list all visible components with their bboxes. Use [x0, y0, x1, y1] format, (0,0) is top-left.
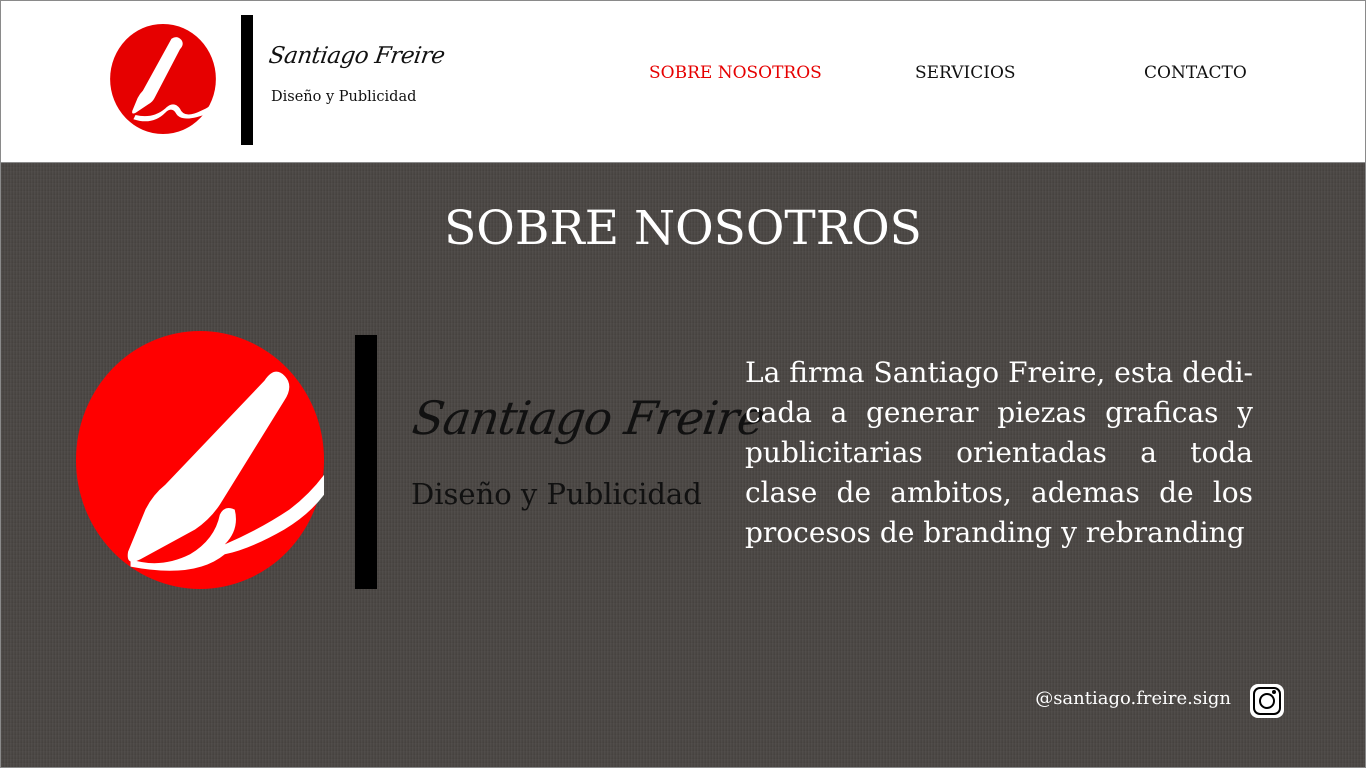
logo-divider	[241, 15, 253, 145]
nav-about[interactable]: SOBRE NOSOTROS	[649, 63, 822, 83]
site-header: Santiago Freire Diseño y Publicidad SOBR…	[1, 1, 1365, 163]
instagram-handle[interactable]: @santiago.freire.sign	[1035, 688, 1231, 709]
pen-logo-icon	[75, 331, 325, 589]
nav-services[interactable]: SERVICIOS	[915, 63, 1016, 83]
header-logo[interactable]: Santiago Freire Diseño y Publicidad	[109, 15, 446, 147]
pen-logo-icon	[110, 24, 216, 134]
logo-script-name: Santiago Freire	[409, 391, 768, 445]
logo-script-name: Santiago Freire	[267, 43, 447, 69]
logo-tagline: Diseño y Publicidad	[411, 477, 702, 511]
about-description: La firma Santiago Freire, esta dedi-cada…	[745, 356, 1253, 549]
nav-contact[interactable]: CONTACTO	[1144, 63, 1247, 83]
logo-tagline: Diseño y Publicidad	[271, 89, 417, 105]
instagram-icon[interactable]	[1250, 684, 1284, 718]
section-title: SOBRE NOSOTROS	[444, 201, 922, 256]
logo-divider	[355, 335, 377, 589]
about-section: SOBRE NOSOTROS Santiago Freire Diseño y …	[1, 163, 1365, 767]
page: Santiago Freire Diseño y Publicidad SOBR…	[0, 0, 1366, 768]
about-logo: Santiago Freire Diseño y Publicidad	[75, 331, 768, 593]
